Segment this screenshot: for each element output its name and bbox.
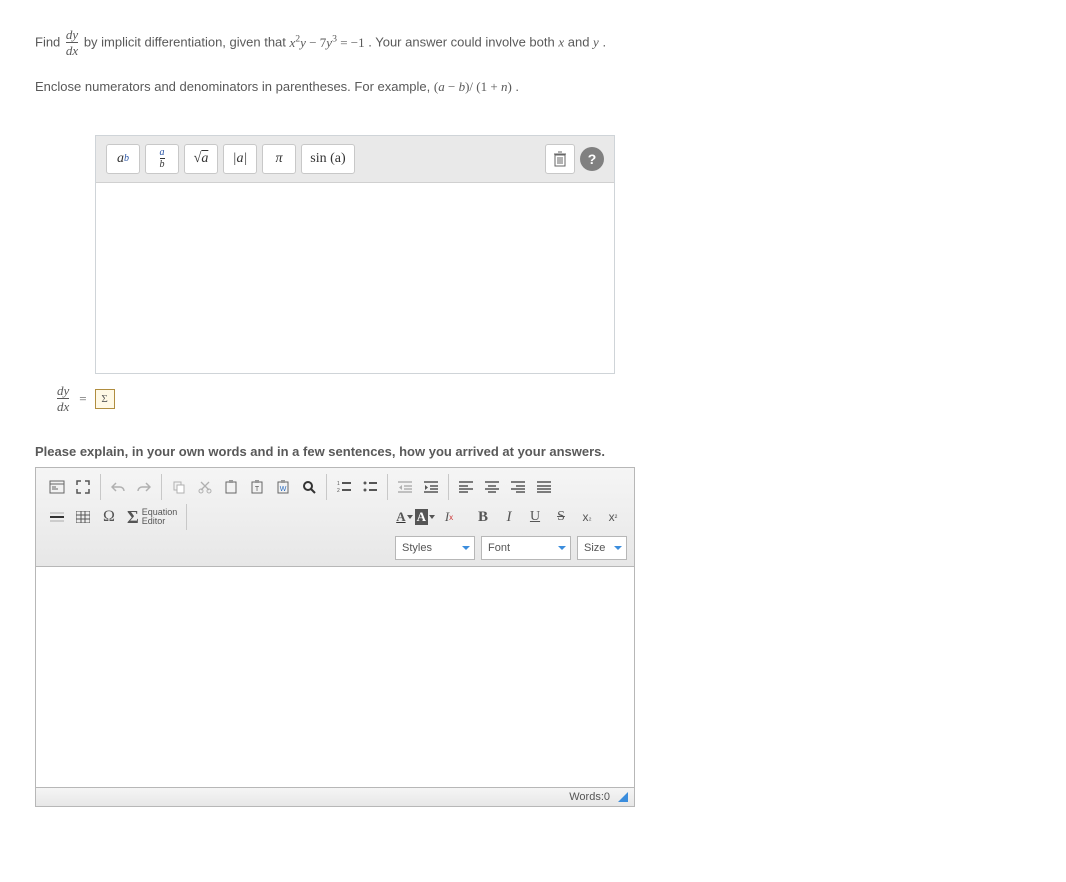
cut-icon: [198, 480, 212, 494]
align-left-button[interactable]: [454, 475, 478, 499]
sigma-icon: Σ: [127, 507, 139, 528]
maximize-button[interactable]: [71, 475, 95, 499]
redo-button[interactable]: [132, 475, 156, 499]
trash-icon: [553, 151, 567, 167]
answer-lhs-fraction: dy dx: [57, 384, 69, 415]
equation-editor-button[interactable]: Σ Equation Editor: [123, 505, 181, 529]
paste-word-button[interactable]: W: [271, 475, 295, 499]
maximize-icon: [76, 480, 90, 494]
resize-handle[interactable]: [618, 792, 628, 802]
equation-toolbar: ab a b √a |a| π sin (a): [96, 136, 614, 183]
question-and: and: [568, 35, 593, 50]
svg-text:1: 1: [337, 481, 340, 487]
paste-icon: [225, 480, 237, 494]
svg-text:W: W: [280, 486, 287, 493]
sqrt-button[interactable]: √a: [184, 144, 218, 174]
numbered-list-icon: 12: [337, 481, 351, 493]
undo-button[interactable]: [106, 475, 130, 499]
equation-input[interactable]: [96, 183, 614, 373]
bullet-list-button[interactable]: [358, 475, 382, 499]
superscript-button[interactable]: x²: [601, 505, 625, 529]
underline-button[interactable]: U: [523, 505, 547, 529]
align-right-icon: [511, 481, 525, 493]
word-count-label: Words:: [569, 791, 604, 803]
align-left-icon: [459, 481, 473, 493]
answer-row: dy dx = Σ: [55, 384, 1031, 415]
align-center-button[interactable]: [480, 475, 504, 499]
rich-text-body[interactable]: [36, 567, 634, 787]
table-button[interactable]: [71, 505, 95, 529]
size-select[interactable]: Size: [577, 536, 627, 560]
question-tail: . Your answer could involve both: [368, 35, 558, 50]
var-y: y: [593, 35, 599, 50]
fraction-button[interactable]: a b: [145, 144, 179, 174]
outdent-button[interactable]: [393, 475, 417, 499]
hr-icon: [49, 511, 65, 523]
dy-dx-fraction: dy dx: [66, 28, 78, 59]
question-lead: Find: [35, 35, 64, 50]
question-line-1: Find dy dx by implicit differentiation, …: [35, 28, 1031, 59]
bullet-list-icon: [363, 481, 377, 493]
font-select[interactable]: Font: [481, 536, 571, 560]
hr-button[interactable]: [45, 505, 69, 529]
abs-button[interactable]: |a|: [223, 144, 257, 174]
find-button[interactable]: [297, 475, 321, 499]
equation-editor: ab a b √a |a| π sin (a): [95, 135, 615, 374]
hint-example: (a − b)/ (1 + n): [434, 79, 512, 94]
var-x: x: [558, 35, 564, 50]
indent-icon: [424, 481, 438, 493]
undo-icon: [111, 481, 125, 493]
styles-select[interactable]: Styles: [395, 536, 475, 560]
italic-button[interactable]: I: [497, 505, 521, 529]
paste-text-icon: T: [251, 480, 263, 494]
hint-end: .: [515, 79, 519, 94]
source-icon: [49, 480, 65, 494]
subscript-button[interactable]: x₂: [575, 505, 599, 529]
copy-icon: [172, 480, 186, 494]
bold-button[interactable]: B: [471, 505, 495, 529]
sin-button[interactable]: sin (a): [301, 144, 355, 174]
help-button[interactable]: ?: [580, 147, 604, 171]
svg-text:2: 2: [337, 488, 340, 493]
paste-word-icon: W: [277, 480, 289, 494]
trash-button[interactable]: [545, 144, 575, 174]
search-icon: [302, 480, 316, 494]
paste-button[interactable]: [219, 475, 243, 499]
align-justify-button[interactable]: [532, 475, 556, 499]
rich-text-editor: T W 12: [35, 467, 635, 807]
paste-text-button[interactable]: T: [245, 475, 269, 499]
align-center-icon: [485, 481, 499, 493]
numbered-list-button[interactable]: 12: [332, 475, 356, 499]
pi-button[interactable]: π: [262, 144, 296, 174]
question-mid: by implicit differentiation, given that: [84, 35, 290, 50]
outdent-icon: [398, 481, 412, 493]
indent-button[interactable]: [419, 475, 443, 499]
strike-button[interactable]: S: [549, 505, 573, 529]
remove-format-button[interactable]: Ix: [437, 505, 461, 529]
power-button[interactable]: ab: [106, 144, 140, 174]
bg-color-button[interactable]: A: [415, 505, 435, 529]
equation-placeholder-icon[interactable]: Σ: [95, 389, 115, 409]
source-button[interactable]: [45, 475, 69, 499]
rich-text-toolbar: T W 12: [36, 468, 634, 567]
table-icon: [76, 511, 90, 523]
align-right-button[interactable]: [506, 475, 530, 499]
equals-sign: =: [79, 391, 86, 407]
question-end: .: [602, 35, 606, 50]
explain-prompt: Please explain, in your own words and in…: [35, 444, 1031, 459]
align-justify-icon: [537, 481, 551, 493]
hint-text: Enclose numerators and denominators in p…: [35, 79, 434, 94]
hint-line: Enclose numerators and denominators in p…: [35, 79, 1031, 95]
word-count-value: 0: [604, 791, 610, 803]
copy-button[interactable]: [167, 475, 191, 499]
cut-button[interactable]: [193, 475, 217, 499]
given-equation: x2y − 7y3 = −1: [290, 35, 365, 50]
redo-icon: [137, 481, 151, 493]
text-color-button[interactable]: A: [396, 505, 412, 529]
svg-text:T: T: [255, 486, 260, 493]
rich-text-footer: Words: 0: [36, 787, 634, 806]
special-char-button[interactable]: Ω: [97, 505, 121, 529]
